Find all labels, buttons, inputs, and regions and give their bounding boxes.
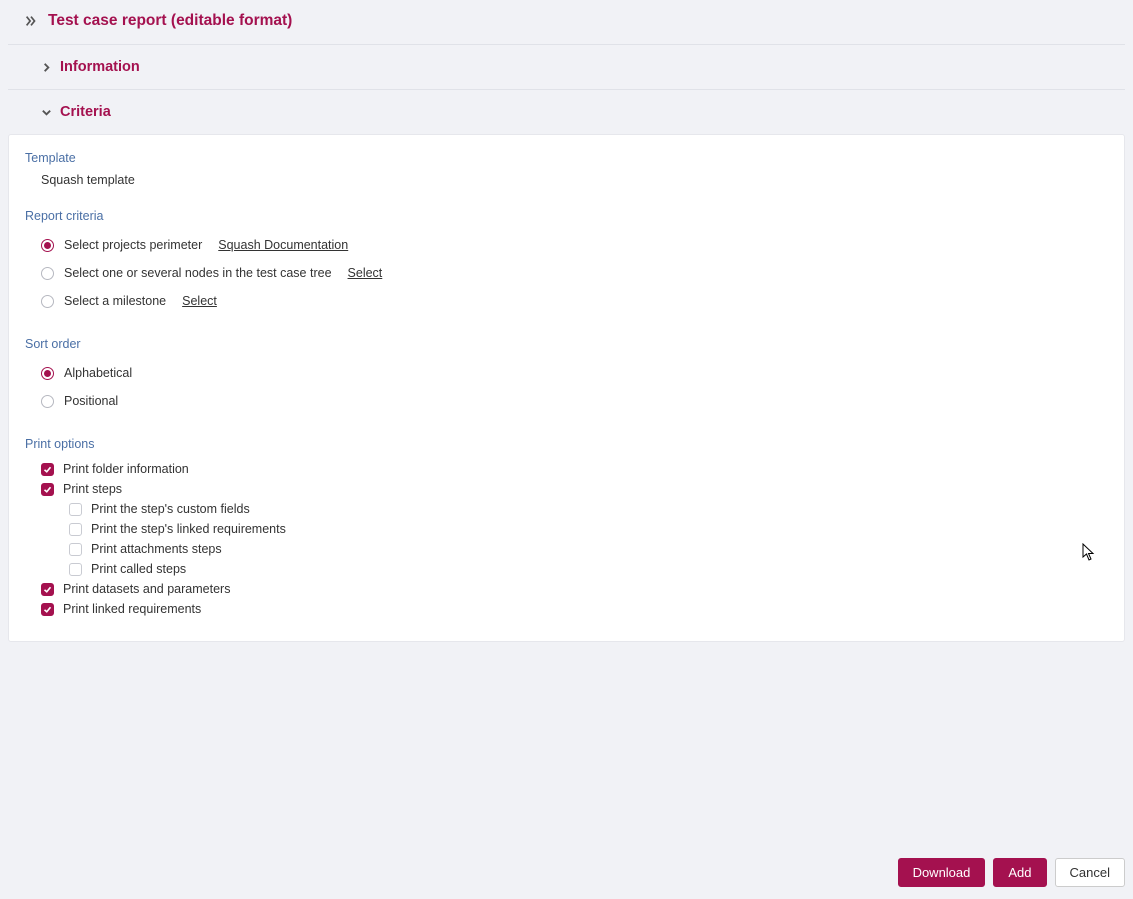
link-perimeter[interactable]: Squash Documentation xyxy=(218,238,348,252)
radio-milestone-label: Select a milestone xyxy=(64,294,166,308)
check-linked-reqs-step-row[interactable]: Print the step's linked requirements xyxy=(25,519,1108,539)
check-attachments-label: Print attachments steps xyxy=(91,540,222,558)
chevron-right-icon xyxy=(40,61,52,73)
cancel-button[interactable]: Cancel xyxy=(1055,858,1125,887)
section-criteria-header[interactable]: Criteria xyxy=(8,90,1125,134)
check-attachments[interactable] xyxy=(69,543,82,556)
radio-alphabetical[interactable] xyxy=(41,367,54,380)
check-datasets[interactable] xyxy=(41,583,54,596)
link-milestone[interactable]: Select xyxy=(182,294,217,308)
page-title: Test case report (editable format) xyxy=(48,12,292,30)
check-steps-row[interactable]: Print steps xyxy=(25,479,1108,499)
report-criteria-group: Report criteria Select projects perimete… xyxy=(25,209,1108,315)
report-criteria-label: Report criteria xyxy=(25,209,1108,223)
check-custom-fields-row[interactable]: Print the step's custom fields xyxy=(25,499,1108,519)
radio-alphabetical-label: Alphabetical xyxy=(64,366,132,380)
template-group: Template Squash template xyxy=(25,151,1108,187)
footer: Download Add Cancel xyxy=(0,846,1133,899)
radio-perimeter-row[interactable]: Select projects perimeter Squash Documen… xyxy=(25,231,1108,259)
radio-milestone[interactable] xyxy=(41,295,54,308)
section-information-title: Information xyxy=(60,59,140,75)
sort-order-group: Sort order Alphabetical Positional xyxy=(25,337,1108,415)
check-attachments-row[interactable]: Print attachments steps xyxy=(25,539,1108,559)
check-called-steps-row[interactable]: Print called steps xyxy=(25,559,1108,579)
check-linked-reqs-step[interactable] xyxy=(69,523,82,536)
chevron-down-icon xyxy=(40,106,52,118)
section-information-header[interactable]: Information xyxy=(8,45,1125,90)
radio-nodes-row[interactable]: Select one or several nodes in the test … xyxy=(25,259,1108,287)
sort-order-label: Sort order xyxy=(25,337,1108,351)
radio-nodes-label: Select one or several nodes in the test … xyxy=(64,266,332,280)
check-folder-info-row[interactable]: Print folder information xyxy=(25,459,1108,479)
print-options-label: Print options xyxy=(25,437,1108,451)
template-value: Squash template xyxy=(25,173,1108,187)
radio-positional-label: Positional xyxy=(64,394,118,408)
template-label: Template xyxy=(25,151,1108,165)
criteria-panel: Template Squash template Report criteria… xyxy=(8,134,1125,642)
radio-perimeter-label: Select projects perimeter xyxy=(64,238,202,252)
check-custom-fields[interactable] xyxy=(69,503,82,516)
check-steps[interactable] xyxy=(41,483,54,496)
radio-alphabetical-row[interactable]: Alphabetical xyxy=(25,359,1108,387)
check-called-steps[interactable] xyxy=(69,563,82,576)
radio-perimeter[interactable] xyxy=(41,239,54,252)
check-steps-label: Print steps xyxy=(63,480,122,498)
check-called-steps-label: Print called steps xyxy=(91,560,186,578)
add-button[interactable]: Add xyxy=(993,858,1046,887)
link-nodes[interactable]: Select xyxy=(348,266,383,280)
check-datasets-row[interactable]: Print datasets and parameters xyxy=(25,579,1108,599)
radio-positional-row[interactable]: Positional xyxy=(25,387,1108,415)
radio-positional[interactable] xyxy=(41,395,54,408)
section-criteria-title: Criteria xyxy=(60,104,111,120)
download-button[interactable]: Download xyxy=(898,858,986,887)
check-linked-reqs-label: Print linked requirements xyxy=(63,600,201,618)
print-options-group: Print options Print folder information P… xyxy=(25,437,1108,619)
check-linked-reqs-row[interactable]: Print linked requirements xyxy=(25,599,1108,619)
check-folder-info-label: Print folder information xyxy=(63,460,189,478)
check-datasets-label: Print datasets and parameters xyxy=(63,580,230,598)
check-folder-info[interactable] xyxy=(41,463,54,476)
check-linked-reqs[interactable] xyxy=(41,603,54,616)
chevron-double-right-icon[interactable] xyxy=(24,14,38,28)
radio-milestone-row[interactable]: Select a milestone Select xyxy=(25,287,1108,315)
radio-nodes[interactable] xyxy=(41,267,54,280)
page-header: Test case report (editable format) xyxy=(8,0,1125,45)
check-custom-fields-label: Print the step's custom fields xyxy=(91,500,250,518)
check-linked-reqs-step-label: Print the step's linked requirements xyxy=(91,520,286,538)
